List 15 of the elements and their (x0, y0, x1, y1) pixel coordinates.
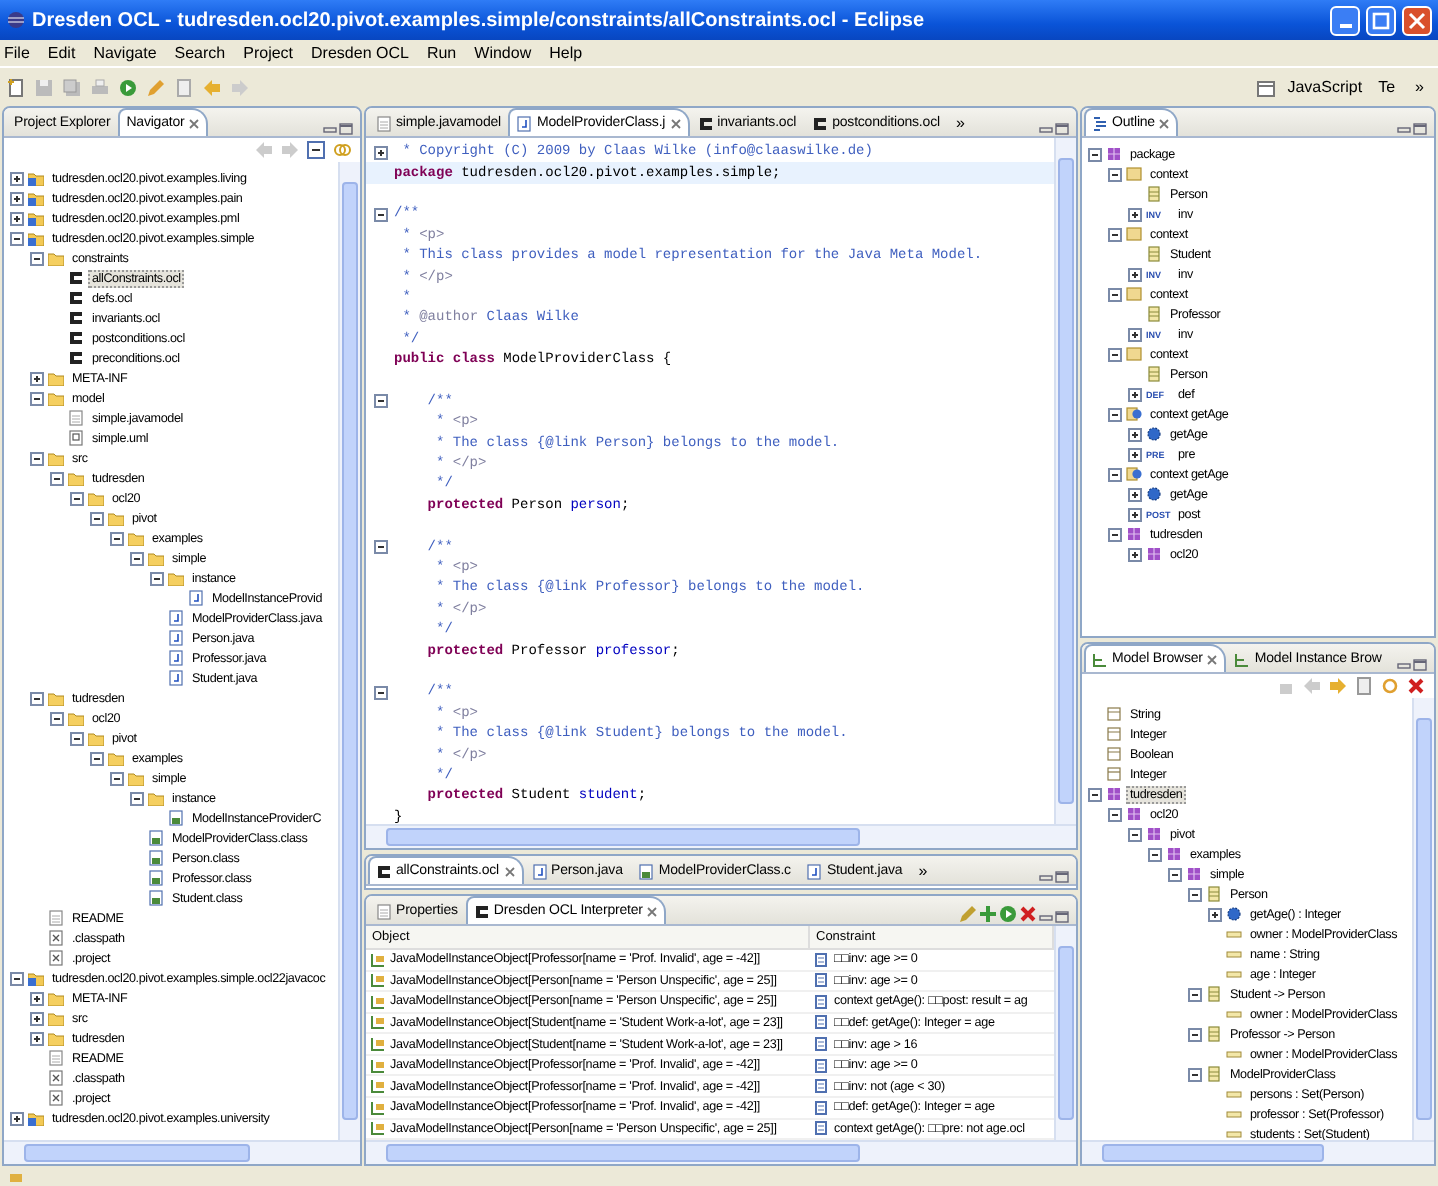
more-perspectives-button[interactable]: » (1407, 78, 1432, 96)
menu-item[interactable]: Window (474, 44, 532, 62)
menu-item[interactable]: File (4, 44, 30, 62)
window-title: Dresden OCL - tudresden.ocl20.pivot.examples.simple/constraints/allConstraints.ocl - Eclipse (32, 9, 927, 31)
menu-item[interactable]: Help (549, 44, 583, 62)
menu-item[interactable]: Search (174, 44, 226, 62)
menu-item[interactable]: Dresden OCL (311, 44, 409, 62)
menu-item[interactable]: Run (426, 44, 457, 62)
menu-item[interactable]: Project (243, 44, 294, 62)
perspective-button[interactable]: JavaScript (1283, 78, 1367, 96)
more-tabs-button[interactable]: » (910, 861, 936, 879)
menu-item[interactable]: Edit (47, 44, 76, 62)
more-tabs-button[interactable]: » (947, 113, 973, 131)
menu-item[interactable]: Navigate (93, 44, 157, 62)
perspective-button[interactable]: Te (1374, 78, 1400, 96)
